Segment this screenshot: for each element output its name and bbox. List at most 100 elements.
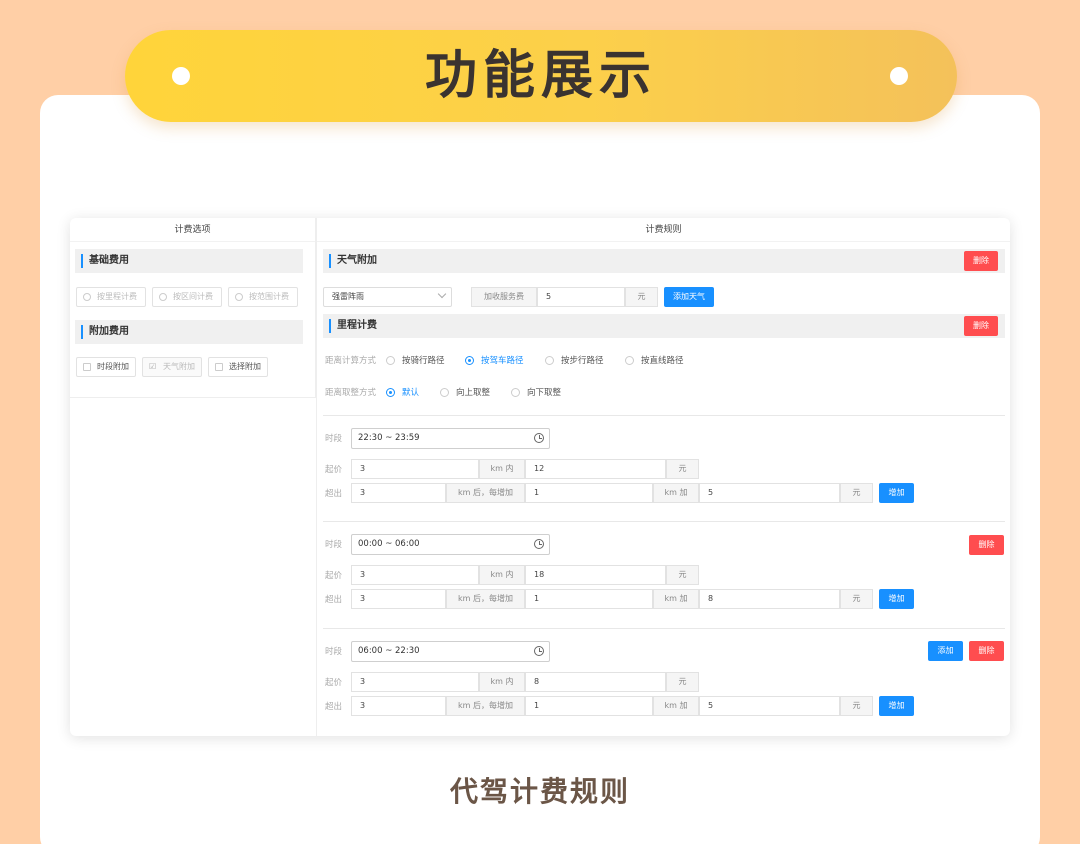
service-fee-label: 加收服务费 (471, 287, 537, 307)
exceed-label: 超出 (325, 595, 343, 605)
time-range-picker[interactable]: 22:30 ~ 23:59 (351, 428, 550, 449)
checkbox-icon (215, 363, 223, 371)
start-price-input[interactable]: 18 (525, 565, 666, 585)
start-price-label: 起价 (325, 571, 343, 581)
option-by-interval[interactable]: 按区间计费 (152, 287, 222, 307)
page-caption: 代驾计费规则 (449, 775, 630, 808)
period-label: 时段 (325, 434, 343, 444)
km-after-addon: km 后，每增加 (446, 483, 525, 503)
start-price-label: 起价 (325, 465, 343, 475)
yuan-addon: 元 (666, 565, 699, 585)
start-price-label: 起价 (325, 678, 343, 688)
billing-app-window: 计费选项 基础费用 按里程计费 按区间计费 按范围计费 附加费用 时段附加 ☑ 天… (70, 218, 1010, 736)
start-price-input[interactable]: 8 (525, 672, 666, 692)
clock-icon (534, 646, 544, 656)
km-add-addon: km 加 (653, 483, 699, 503)
radio-cycling-path[interactable]: 按骑行路径 (386, 355, 445, 367)
step-km-input[interactable]: 1 (525, 483, 653, 503)
increase-button[interactable]: 增加 (879, 483, 914, 503)
weather-heading: 天气附加 (323, 249, 1005, 273)
checkbox-icon (83, 363, 91, 371)
right-pane-title: 计费规则 (317, 218, 1010, 242)
km-within-addon: km 内 (479, 672, 525, 692)
distance-method-label: 距离计算方式 (325, 356, 377, 366)
service-fee-input[interactable]: 5 (537, 287, 625, 307)
left-pane-title: 计费选项 (70, 218, 315, 242)
option-by-range[interactable]: 按范围计费 (228, 287, 298, 307)
km-add-addon: km 加 (653, 589, 699, 609)
km-after-addon: km 后，每增加 (446, 589, 525, 609)
step-price-input[interactable]: 5 (699, 696, 840, 716)
period-label: 时段 (325, 647, 343, 657)
billing-rules-pane: 计费规则 (317, 218, 1010, 242)
yuan-addon: 元 (840, 696, 873, 716)
divider (323, 521, 1005, 522)
divider (323, 628, 1005, 629)
radio-walking-path[interactable]: 按步行路径 (545, 355, 604, 367)
step-price-input[interactable]: 5 (699, 483, 840, 503)
start-km-input[interactable]: 3 (351, 459, 479, 479)
exceed-km-input[interactable]: 3 (351, 696, 446, 716)
radio-round-up[interactable]: 向上取整 (440, 387, 490, 399)
add-weather-button[interactable]: 添加天气 (664, 287, 714, 307)
weather-section: 天气附加 (323, 249, 1005, 273)
radio-icon (83, 293, 91, 301)
option-select-extra[interactable]: 选择附加 (208, 357, 268, 377)
mileage-section: 里程计费 (323, 314, 1005, 338)
clock-icon (534, 539, 544, 549)
radio-rounding-default[interactable]: 默认 (386, 387, 419, 399)
clock-icon (534, 433, 544, 443)
start-price-input[interactable]: 12 (525, 459, 666, 479)
increase-button[interactable]: 增加 (879, 589, 914, 609)
start-km-input[interactable]: 3 (351, 565, 479, 585)
yuan-addon: 元 (840, 589, 873, 609)
banner-title: 功能展示 (424, 46, 657, 106)
radio-icon (159, 293, 167, 301)
exceed-km-input[interactable]: 3 (351, 589, 446, 609)
radio-icon (440, 388, 449, 397)
billing-options-pane: 计费选项 基础费用 按里程计费 按区间计费 按范围计费 附加费用 时段附加 ☑ 天… (70, 218, 316, 398)
km-within-addon: km 内 (479, 565, 525, 585)
yuan-addon: 元 (840, 483, 873, 503)
time-range-picker[interactable]: 00:00 ~ 06:00 (351, 534, 550, 555)
weather-delete-button[interactable]: 删除 (964, 251, 998, 271)
yuan-addon: 元 (666, 672, 699, 692)
radio-straight-path[interactable]: 按直线路径 (625, 355, 684, 367)
extra-fee-section: 附加费用 (75, 320, 303, 344)
step-price-input[interactable]: 8 (699, 589, 840, 609)
time-range-picker[interactable]: 06:00 ~ 22:30 (351, 641, 550, 662)
increase-button[interactable]: 增加 (879, 696, 914, 716)
option-by-mileage[interactable]: 按里程计费 (76, 287, 146, 307)
step-km-input[interactable]: 1 (525, 696, 653, 716)
period-delete-button[interactable]: 删除 (969, 535, 1004, 555)
pane-divider (316, 218, 317, 736)
period-delete-button[interactable]: 删除 (969, 641, 1004, 661)
km-after-addon: km 后，每增加 (446, 696, 525, 716)
basic-fee-section: 基础费用 (75, 249, 303, 273)
radio-round-down[interactable]: 向下取整 (511, 387, 561, 399)
radio-icon (465, 356, 474, 365)
add-period-button[interactable]: 添加 (928, 641, 963, 661)
weather-select[interactable]: 强雷阵雨 (323, 287, 452, 307)
mileage-heading: 里程计费 (323, 314, 1005, 338)
option-weather-extra[interactable]: ☑ 天气附加 (142, 357, 202, 377)
mileage-delete-button[interactable]: 删除 (964, 316, 998, 336)
step-km-input[interactable]: 1 (525, 589, 653, 609)
period-label: 时段 (325, 540, 343, 550)
rounding-method-label: 距离取整方式 (325, 388, 377, 398)
start-km-input[interactable]: 3 (351, 672, 479, 692)
exceed-label: 超出 (325, 702, 343, 712)
radio-icon (386, 356, 395, 365)
radio-icon (625, 356, 634, 365)
option-period-extra[interactable]: 时段附加 (76, 357, 136, 377)
radio-driving-path[interactable]: 按驾车路径 (465, 355, 524, 367)
exceed-km-input[interactable]: 3 (351, 483, 446, 503)
radio-icon (386, 388, 395, 397)
extra-fee-heading: 附加费用 (75, 320, 303, 344)
chevron-down-icon (437, 289, 447, 299)
km-add-addon: km 加 (653, 696, 699, 716)
radio-icon (545, 356, 554, 365)
yuan-addon: 元 (666, 459, 699, 479)
title-banner: 功能展示 (125, 30, 957, 122)
divider (323, 415, 1005, 416)
